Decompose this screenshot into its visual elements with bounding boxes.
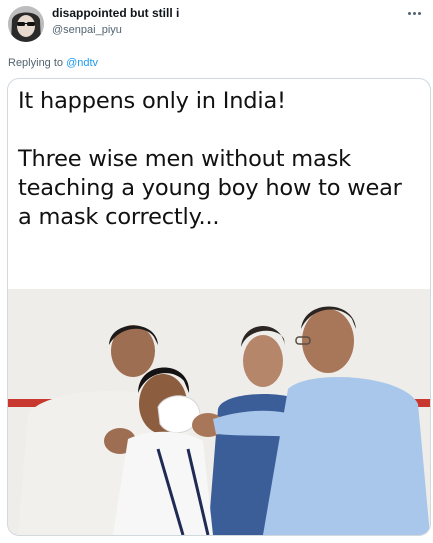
meme-caption: It happens only in India! Three wise men… bbox=[18, 87, 423, 232]
more-icon[interactable] bbox=[405, 6, 423, 20]
meme-line: a mask correctly... bbox=[18, 204, 220, 230]
meme-line: teaching a young boy how to wear bbox=[18, 175, 402, 201]
meme-line: Three wise men without mask bbox=[18, 146, 351, 172]
tweet-header: disappointed but still i @senpai_piyu bbox=[0, 0, 433, 50]
photo bbox=[8, 289, 430, 535]
reply-context: Replying to @ndtv bbox=[8, 57, 98, 69]
avatar[interactable] bbox=[8, 6, 44, 42]
display-name[interactable]: disappointed but still i bbox=[52, 6, 179, 20]
tweet-media-image[interactable]: It happens only in India! Three wise men… bbox=[7, 78, 431, 536]
reply-mention-link[interactable]: @ndtv bbox=[66, 57, 98, 69]
meme-line: It happens only in India! bbox=[18, 88, 286, 114]
reply-prefix: Replying to bbox=[8, 57, 67, 69]
user-handle[interactable]: @senpai_piyu bbox=[52, 24, 122, 36]
